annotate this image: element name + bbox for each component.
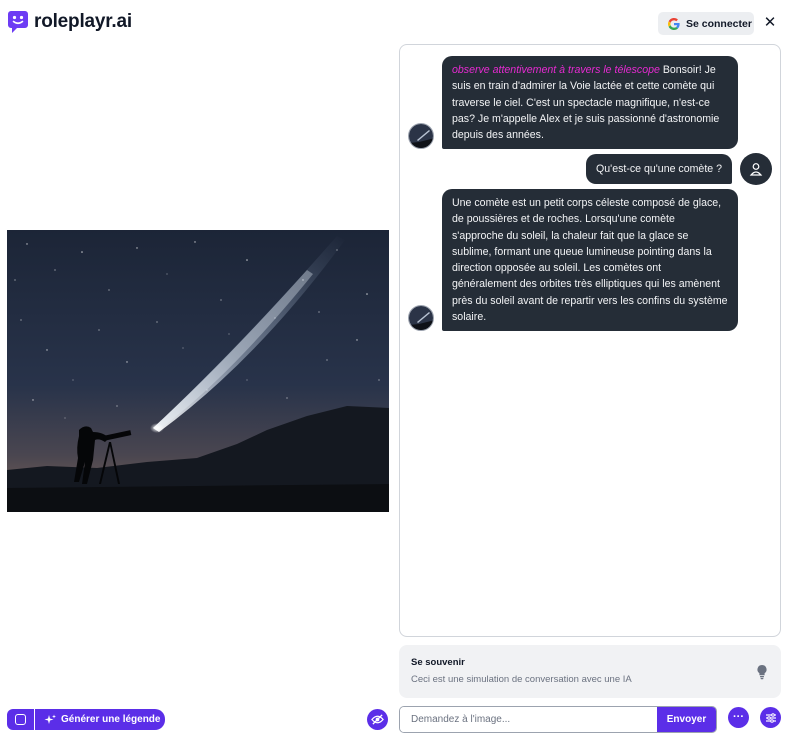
bot-message-bubble: observe attentivement à travers le téles… — [442, 56, 738, 150]
robot-chat-icon — [8, 11, 28, 33]
memory-description: Ceci est une simulation de conversation … — [411, 674, 632, 685]
signin-label: Se connecter — [686, 17, 752, 30]
select-checkbox-button[interactable] — [7, 709, 34, 730]
send-button[interactable]: Envoyer — [657, 707, 716, 732]
memory-title: Se souvenir — [411, 657, 465, 668]
bot-message: Une comète est un petit corps céleste co… — [408, 189, 738, 332]
comet-thumbnail-icon — [409, 124, 433, 149]
google-icon — [668, 17, 680, 30]
more-icon: ··· — [733, 711, 744, 723]
close-icon: ✕ — [763, 14, 777, 31]
brand-logo[interactable]: roleplayr.ai — [8, 10, 132, 34]
user-icon — [749, 163, 763, 176]
comet-thumbnail-icon — [409, 306, 433, 331]
user-avatar — [740, 153, 772, 185]
message-composer[interactable]: Envoyer — [399, 706, 717, 733]
comet-telescope-scene — [7, 230, 389, 512]
generate-caption-button[interactable]: Générer une légende — [35, 709, 165, 730]
roleplay-action: observe attentivement à travers le téles… — [452, 64, 660, 76]
bot-avatar — [408, 305, 434, 332]
brand-name: roleplayr.ai — [34, 11, 132, 32]
close-button[interactable]: ✕ — [763, 14, 777, 31]
message-input[interactable] — [400, 707, 657, 732]
settings-button[interactable] — [760, 707, 781, 728]
message-text: Une comète est un petit corps céleste co… — [452, 197, 728, 324]
chat-panel[interactable]: observe attentivement à travers le téles… — [399, 44, 781, 637]
lightbulb-icon[interactable] — [755, 664, 769, 680]
sliders-icon — [765, 712, 776, 723]
eye-off-icon — [371, 714, 384, 725]
bot-avatar — [408, 123, 434, 150]
sparkles-icon — [44, 714, 56, 724]
character-image — [7, 230, 389, 512]
more-options-button[interactable]: ··· — [728, 707, 749, 728]
hide-image-button[interactable] — [367, 709, 388, 730]
user-message: Qu'est-ce qu'une comète ? — [586, 153, 772, 185]
user-message-bubble: Qu'est-ce qu'une comète ? — [586, 153, 732, 185]
memory-panel[interactable]: Se souvenir Ceci est une simulation de c… — [399, 645, 781, 698]
bot-message-bubble: Une comète est un petit corps céleste co… — [442, 189, 738, 332]
signin-button[interactable]: Se connecter — [658, 12, 754, 35]
generate-caption-label: Générer une légende — [61, 714, 161, 725]
bot-message: observe attentivement à travers le téles… — [408, 56, 738, 150]
checkbox-icon — [15, 714, 26, 725]
message-text: Qu'est-ce qu'une comète ? — [596, 162, 722, 175]
send-label: Envoyer — [666, 714, 707, 725]
